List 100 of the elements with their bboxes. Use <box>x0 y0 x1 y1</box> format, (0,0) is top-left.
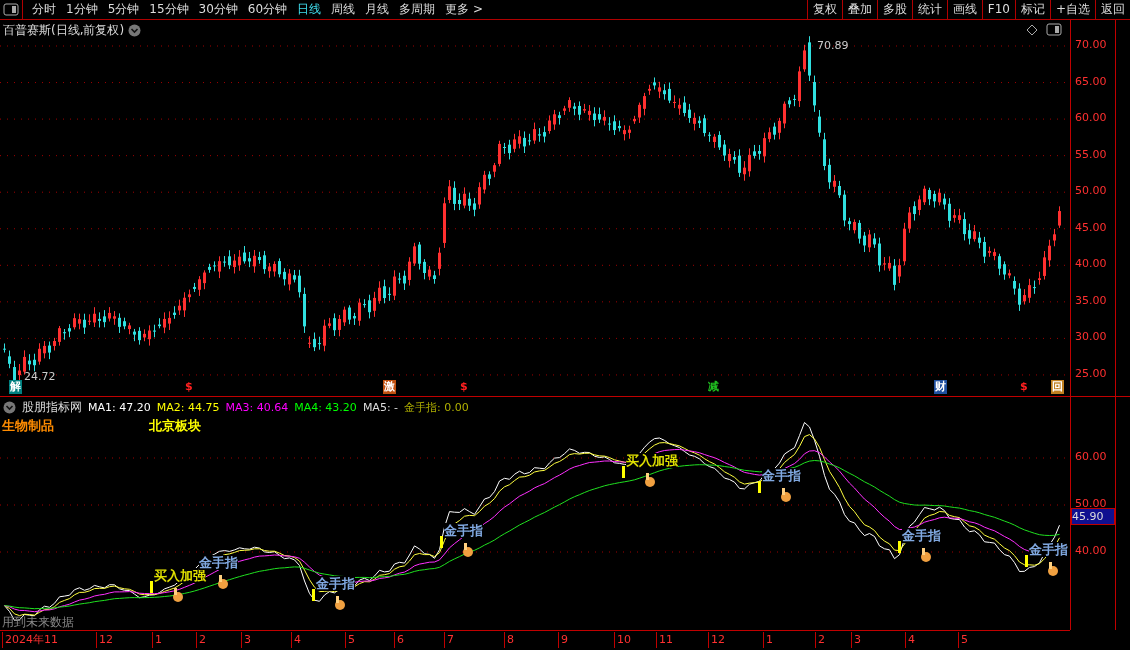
hand-icon <box>463 543 473 557</box>
axis-label: 35.00 <box>1075 293 1107 307</box>
event-marker[interactable]: 激 <box>383 380 396 394</box>
toolbar-button[interactable]: 返回 <box>1095 0 1130 19</box>
axis-label: 30.00 <box>1075 330 1107 344</box>
axis-label: 60.00 <box>1075 111 1107 125</box>
signal-label: 买入加强 <box>154 568 206 583</box>
signal-bar <box>898 541 901 553</box>
date-label: 8 <box>504 632 514 648</box>
future-data-note: 用到未来数据 <box>2 614 74 630</box>
hand-icon <box>1048 562 1058 576</box>
period-tab[interactable]: 15分钟 <box>144 1 194 18</box>
indicator-value: MA2: 44.75 <box>156 401 220 414</box>
date-label: 5 <box>345 632 355 648</box>
hand-icon <box>335 596 345 610</box>
signal-label: 金手指 <box>762 468 801 483</box>
collapse-icon[interactable] <box>3 401 16 414</box>
date-label: 12 <box>96 632 113 648</box>
period-tab[interactable]: 周线 <box>326 1 361 18</box>
date-label: 4 <box>291 632 301 648</box>
signal-bar <box>312 589 315 601</box>
hand-icon <box>645 473 655 487</box>
signal-label: 金手指 <box>199 555 238 570</box>
axis-label: 60.00 <box>1075 450 1107 463</box>
toolbar-button[interactable]: 标记 <box>1014 0 1050 19</box>
date-label: 6 <box>394 632 404 648</box>
hand-icon <box>921 548 931 562</box>
panel-toggle-icon[interactable] <box>1046 23 1062 36</box>
period-tab[interactable]: 月线 <box>360 1 395 18</box>
axis-label: 50.00 <box>1075 497 1107 510</box>
toolbar-button[interactable]: F10 <box>981 0 1015 19</box>
date-label: 9 <box>558 632 568 648</box>
collapse-icon[interactable] <box>128 24 142 37</box>
low-price-label: 24.72 <box>24 370 56 383</box>
indicator-value: 金手指: 0.00 <box>404 400 469 415</box>
event-marker[interactable]: 解 <box>9 380 22 394</box>
date-label: 5 <box>958 632 968 648</box>
event-marker[interactable]: $ <box>1019 380 1029 394</box>
event-marker[interactable]: 减 <box>707 380 720 394</box>
period-tab[interactable]: 日线 <box>292 1 327 18</box>
toolbar-button[interactable]: 复权 <box>806 0 842 19</box>
date-label: 11 <box>656 632 673 648</box>
axis-label: 65.00 <box>1075 74 1107 88</box>
panel-toggle-icon[interactable] <box>3 3 19 16</box>
sector-tag: 生物制品 <box>2 417 54 435</box>
toolbar-button[interactable]: 统计 <box>911 0 947 19</box>
hand-icon <box>218 575 228 589</box>
period-tab[interactable]: 5分钟 <box>102 1 145 18</box>
indicator-name: 股朋指标网 <box>22 399 82 416</box>
signal-bar <box>440 536 443 548</box>
signal-bar <box>622 466 625 478</box>
date-label: 7 <box>444 632 454 648</box>
indicator-value: MA4: 43.20 <box>294 401 357 414</box>
event-marker[interactable]: $ <box>184 380 194 394</box>
period-tab[interactable]: 多周期 <box>394 1 441 18</box>
signal-label: 金手指 <box>902 528 941 543</box>
axis-label: 55.00 <box>1075 147 1107 161</box>
toolbar-button[interactable]: 画线 <box>946 0 982 19</box>
signal-label: 买入加强 <box>626 453 678 468</box>
axis-label: 25.00 <box>1075 366 1107 380</box>
toolbar-button[interactable]: +自选 <box>1049 0 1095 19</box>
date-label: 4 <box>905 632 915 648</box>
axis-label: 40.00 <box>1075 257 1107 271</box>
last-price-tag: 45.90 <box>1071 508 1115 526</box>
date-label: 2 <box>196 632 206 648</box>
signal-label: 金手指 <box>1029 542 1068 557</box>
event-marker[interactable]: $ <box>459 380 469 394</box>
date-label: 1 <box>152 632 162 648</box>
signal-label: 金手指 <box>444 523 483 538</box>
date-label: 10 <box>614 632 631 648</box>
period-tab[interactable]: 60分钟 <box>242 1 293 18</box>
high-price-label: 70.89 <box>817 39 849 52</box>
signal-bar <box>758 481 761 493</box>
diamond-icon[interactable] <box>1026 23 1038 36</box>
signal-bar <box>150 581 153 593</box>
hand-icon <box>173 588 183 602</box>
indicator-value: MA1: 47.20 <box>88 401 151 414</box>
indicator-value: MA3: 40.64 <box>225 401 289 414</box>
sector-tag: 北京板块 <box>149 417 201 435</box>
date-label: 2 <box>815 632 825 648</box>
date-label: 3 <box>241 632 251 648</box>
date-label: 3 <box>851 632 861 648</box>
indicator-value: MA5: - <box>362 401 399 414</box>
signal-bar <box>1025 555 1028 567</box>
toolbar-button[interactable]: 多股 <box>876 0 912 19</box>
period-tab[interactable]: 1分钟 <box>61 1 103 18</box>
toolbar-button[interactable]: 叠加 <box>841 0 877 19</box>
date-label: 2024年11 <box>2 632 58 648</box>
hand-icon <box>781 488 791 502</box>
axis-label: 45.00 <box>1075 220 1107 234</box>
axis-label: 50.00 <box>1075 184 1107 198</box>
date-label: 12 <box>708 632 725 648</box>
period-tab[interactable]: 分时 <box>27 1 61 18</box>
stock-title: 百普赛斯(日线,前复权) <box>3 22 125 39</box>
event-marker[interactable]: 财 <box>934 380 947 394</box>
signal-label: 金手指 <box>316 576 355 591</box>
period-tab[interactable]: 更多 > <box>440 1 488 18</box>
axis-label: 40.00 <box>1075 544 1107 557</box>
date-label: 1 <box>763 632 773 648</box>
period-tab[interactable]: 30分钟 <box>193 1 243 18</box>
